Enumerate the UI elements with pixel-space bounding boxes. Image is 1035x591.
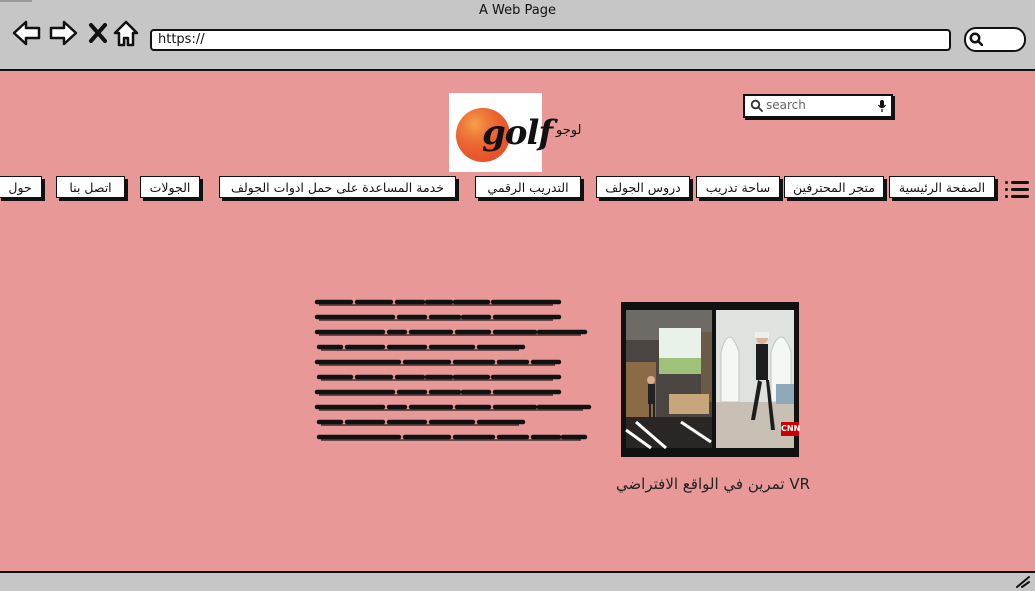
nav-caddie-service[interactable]: خدمة المساعدة على حمل ادوات الجولف bbox=[219, 176, 456, 198]
nav-golf-lessons[interactable]: دروس الجولف bbox=[596, 176, 690, 198]
browser-search-field[interactable] bbox=[964, 27, 1026, 52]
window-edge bbox=[0, 0, 32, 2]
address-bar[interactable]: https:// bbox=[150, 29, 951, 51]
vr-training-video[interactable]: CNN bbox=[621, 302, 801, 457]
page-content: search golf لوجو الصفحة الرئيسية متجر ال… bbox=[0, 69, 1035, 573]
nav-pro-shop[interactable]: متجر المحترفين bbox=[784, 176, 884, 198]
back-arrow-icon[interactable] bbox=[12, 18, 42, 48]
resize-grip-icon[interactable] bbox=[1015, 574, 1031, 588]
nav-driving-range[interactable]: ساحة تدريب bbox=[696, 176, 780, 198]
news-badge: CNN bbox=[781, 424, 801, 433]
forward-arrow-icon[interactable] bbox=[48, 18, 78, 48]
site-search-input[interactable]: search bbox=[743, 94, 893, 118]
video-caption: VR تمرين في الواقع الافتراضي bbox=[615, 475, 810, 493]
nav-home[interactable]: الصفحة الرئيسية bbox=[889, 176, 995, 198]
hamburger-menu-icon[interactable] bbox=[1005, 178, 1029, 200]
logo-label: لوجو bbox=[556, 123, 582, 138]
site-logo[interactable]: golf bbox=[449, 93, 553, 172]
text-placeholder-scribble bbox=[314, 299, 592, 441]
search-placeholder: search bbox=[766, 98, 806, 112]
nav-tours[interactable]: الجولات bbox=[140, 176, 200, 198]
logo-text: golf bbox=[482, 113, 553, 153]
nav-digital-training[interactable]: التدريب الرقمي bbox=[475, 176, 581, 198]
microphone-icon[interactable] bbox=[877, 99, 887, 113]
search-icon bbox=[969, 32, 983, 46]
video-thumbnail-image bbox=[625, 310, 799, 450]
address-text: https:// bbox=[158, 32, 205, 47]
search-icon bbox=[750, 99, 763, 112]
nav-contact-us[interactable]: اتصل بنا bbox=[56, 176, 125, 198]
close-icon[interactable] bbox=[88, 18, 108, 48]
home-icon[interactable] bbox=[112, 18, 140, 48]
nav-about[interactable]: حول bbox=[0, 176, 42, 198]
window-title: A Web Page bbox=[479, 3, 556, 18]
